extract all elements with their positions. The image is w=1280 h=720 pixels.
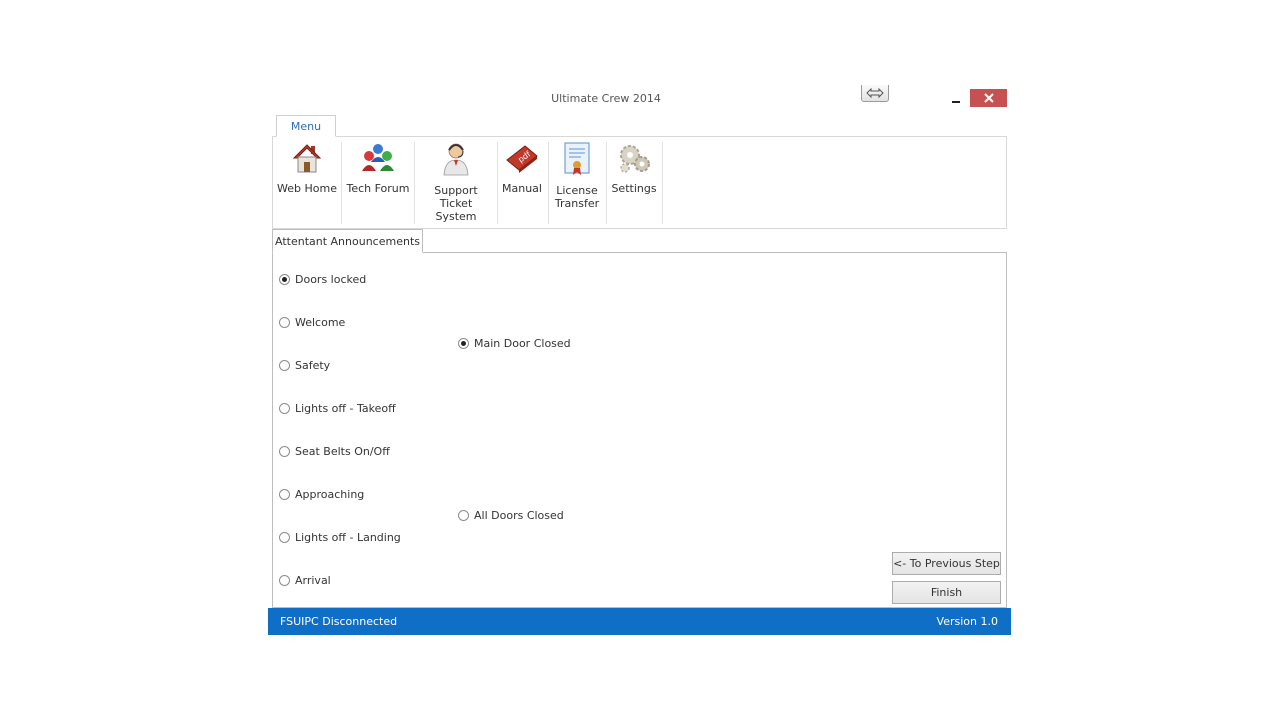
- radio-doors-locked[interactable]: Doors locked: [279, 273, 366, 286]
- radio-all-doors-closed[interactable]: All Doors Closed: [458, 509, 564, 522]
- license-label: License: [556, 184, 598, 197]
- radio-label: All Doors Closed: [474, 509, 564, 522]
- ribbon-divider: [497, 142, 498, 224]
- radio-lights-off-takeoff[interactable]: Lights off - Takeoff: [279, 402, 396, 415]
- ribbon-divider: [606, 142, 607, 224]
- radio-label: Approaching: [295, 488, 365, 501]
- tab-menu[interactable]: Menu: [276, 115, 336, 137]
- house-icon: [292, 144, 322, 173]
- support-label: Support: [434, 184, 478, 197]
- support-agent-icon: [443, 143, 469, 176]
- version-label: Version 1.0: [936, 615, 998, 628]
- radio-indicator: [279, 360, 290, 371]
- minimize-icon: [952, 101, 960, 103]
- radio-indicator: [458, 510, 469, 521]
- support-ticket-button[interactable]: Support Ticket System: [418, 140, 494, 224]
- radio-approaching[interactable]: Approaching: [279, 488, 364, 501]
- ribbon-divider: [414, 142, 415, 224]
- people-icon: [362, 144, 394, 171]
- finish-button[interactable]: Finish: [892, 581, 1001, 604]
- certificate-icon: [564, 142, 590, 175]
- radio-indicator: [279, 446, 290, 457]
- radio-indicator: [458, 338, 469, 349]
- radio-welcome[interactable]: Welcome: [279, 316, 345, 329]
- settings-label: Settings: [611, 182, 657, 195]
- previous-step-button[interactable]: <- To Previous Step: [892, 552, 1001, 575]
- radio-indicator: [279, 317, 290, 328]
- radio-label: Main Door Closed: [474, 337, 571, 350]
- radio-label: Arrival: [295, 574, 331, 587]
- support-label-2: Ticket System: [435, 197, 477, 223]
- double-arrow-icon: [866, 88, 884, 98]
- radio-seat-belts[interactable]: Seat Belts On/Off: [279, 445, 390, 458]
- radio-indicator: [279, 532, 290, 543]
- connection-status: FSUIPC Disconnected: [280, 615, 398, 628]
- radio-indicator: [279, 489, 290, 500]
- web-home-button[interactable]: Web Home: [277, 140, 337, 224]
- radio-label: Doors locked: [295, 273, 367, 286]
- manual-button[interactable]: pdf Manual: [501, 140, 543, 224]
- radio-indicator: [279, 274, 290, 285]
- tech-forum-button[interactable]: Tech Forum: [345, 140, 411, 224]
- radio-label: Lights off - Takeoff: [295, 402, 396, 415]
- radio-main-door-closed[interactable]: Main Door Closed: [458, 337, 571, 350]
- status-bar: FSUIPC Disconnected Version 1.0: [268, 608, 1011, 635]
- manual-label: Manual: [502, 182, 542, 195]
- close-icon: [983, 93, 994, 103]
- radio-label: Safety: [295, 359, 331, 372]
- close-button[interactable]: [970, 89, 1007, 107]
- window-title: Ultimate Crew 2014: [551, 92, 661, 105]
- tech-forum-label: Tech Forum: [346, 182, 410, 195]
- web-home-label: Web Home: [277, 182, 337, 195]
- pdf-icon: pdf: [506, 145, 538, 173]
- ribbon-divider: [341, 142, 342, 224]
- ribbon-divider: [662, 142, 663, 224]
- radio-indicator: [279, 575, 290, 586]
- license-transfer-button[interactable]: License Transfer: [552, 140, 602, 224]
- radio-safety[interactable]: Safety: [279, 359, 330, 372]
- license-label-2: Transfer: [554, 197, 600, 210]
- settings-button[interactable]: Settings: [610, 140, 658, 224]
- minimize-button[interactable]: [948, 90, 964, 104]
- radio-indicator: [279, 403, 290, 414]
- radio-label: Seat Belts On/Off: [295, 445, 390, 458]
- radio-lights-off-landing[interactable]: Lights off - Landing: [279, 531, 401, 544]
- radio-label: Lights off - Landing: [295, 531, 401, 544]
- radio-arrival[interactable]: Arrival: [279, 574, 331, 587]
- tab-attendant-announcements[interactable]: Attentant Announcements: [272, 229, 423, 253]
- radio-label: Welcome: [295, 316, 346, 329]
- gears-icon: [620, 145, 650, 173]
- resize-button[interactable]: [861, 85, 889, 102]
- ribbon-divider: [548, 142, 549, 224]
